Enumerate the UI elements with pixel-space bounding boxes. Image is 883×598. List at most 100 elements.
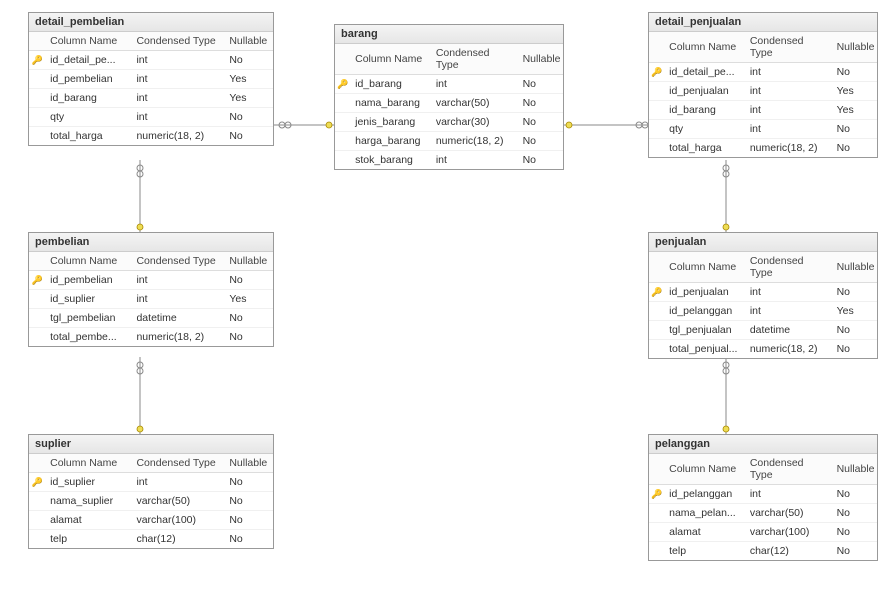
column-nullable: No [223, 530, 273, 549]
table-row[interactable]: jenis_barangvarchar(30)No [335, 113, 563, 132]
column-header[interactable]: Nullable [517, 44, 563, 75]
pk-cell [29, 328, 44, 347]
column-name: nama_suplier [44, 492, 130, 511]
table-row[interactable]: nama_pelan...varchar(50)No [649, 504, 877, 523]
table-row[interactable]: 🔑id_suplierintNo [29, 473, 273, 492]
table-row[interactable]: id_barangintYes [649, 101, 877, 120]
column-header[interactable]: Column Name [44, 252, 130, 271]
column-nullable: No [517, 151, 563, 170]
column-nullable: No [223, 473, 273, 492]
table-row[interactable]: alamatvarchar(100)No [649, 523, 877, 542]
table-row[interactable]: id_pelangganintYes [649, 302, 877, 321]
key-icon: 🔑 [32, 275, 42, 285]
column-name: id_pembelian [44, 271, 130, 290]
column-type: int [744, 485, 831, 504]
column-header[interactable]: Nullable [831, 252, 877, 283]
entity-title[interactable]: penjualan [649, 233, 877, 252]
column-header[interactable]: Column Name [44, 32, 130, 51]
column-header[interactable]: Condensed Type [430, 44, 517, 75]
column-header[interactable]: Condensed Type [130, 252, 223, 271]
table-row[interactable]: total_penjual...numeric(18, 2)No [649, 340, 877, 359]
entity-title[interactable]: pembelian [29, 233, 273, 252]
column-name: id_detail_pe... [663, 63, 744, 82]
column-nullable: No [517, 132, 563, 151]
table-row[interactable]: telpchar(12)No [29, 530, 273, 549]
entity-pelanggan[interactable]: pelangganColumn NameCondensed TypeNullab… [648, 434, 878, 561]
pk-cell [29, 492, 44, 511]
column-type: int [130, 89, 223, 108]
table-row[interactable]: harga_barangnumeric(18, 2)No [335, 132, 563, 151]
entity-title[interactable]: detail_pembelian [29, 13, 273, 32]
table-row[interactable]: 🔑id_pelangganintNo [649, 485, 877, 504]
table-row[interactable]: 🔑id_barangintNo [335, 75, 563, 94]
column-header[interactable]: Condensed Type [744, 454, 831, 485]
table-row[interactable]: id_penjualanintYes [649, 82, 877, 101]
entity-penjualan[interactable]: penjualanColumn NameCondensed TypeNullab… [648, 232, 878, 359]
table-row[interactable]: tgl_penjualandatetimeNo [649, 321, 877, 340]
column-nullable: No [831, 283, 877, 302]
entity-title[interactable]: pelanggan [649, 435, 877, 454]
table-row[interactable]: stok_barangintNo [335, 151, 563, 170]
table-row[interactable]: total_harganumeric(18, 2)No [649, 139, 877, 158]
entity-title[interactable]: detail_penjualan [649, 13, 877, 32]
entity-barang[interactable]: barangColumn NameCondensed TypeNullable🔑… [334, 24, 564, 170]
table-row[interactable]: id_pembelianintYes [29, 70, 273, 89]
column-nullable: No [831, 63, 877, 82]
column-type: numeric(18, 2) [130, 127, 223, 146]
column-header[interactable]: Column Name [663, 32, 744, 63]
column-type: varchar(50) [130, 492, 223, 511]
column-nullable: No [831, 340, 877, 359]
column-header[interactable]: Nullable [831, 32, 877, 63]
pk-cell [335, 94, 349, 113]
table-row[interactable]: 🔑id_penjualanintNo [649, 283, 877, 302]
column-nullable: No [831, 542, 877, 561]
key-icon: 🔑 [32, 55, 42, 65]
entity-title[interactable]: barang [335, 25, 563, 44]
column-header[interactable]: Column Name [349, 44, 430, 75]
table-row[interactable]: tgl_pembeliandatetimeNo [29, 309, 273, 328]
column-name: tgl_pembelian [44, 309, 130, 328]
entity-detail-pembelian[interactable]: detail_pembelianColumn NameCondensed Typ… [28, 12, 274, 146]
table-row[interactable]: 🔑id_detail_pe...intNo [649, 63, 877, 82]
table-row[interactable]: total_pembe...numeric(18, 2)No [29, 328, 273, 347]
table-row[interactable]: 🔑id_pembelianintNo [29, 271, 273, 290]
table-row[interactable]: 🔑id_detail_pe...intNo [29, 51, 273, 70]
column-nullable: No [517, 113, 563, 132]
table-row[interactable]: alamatvarchar(100)No [29, 511, 273, 530]
key-icon: 🔑 [337, 79, 347, 89]
column-name: id_penjualan [663, 82, 744, 101]
table-row[interactable]: id_barangintYes [29, 89, 273, 108]
column-header[interactable]: Condensed Type [744, 32, 831, 63]
table-row[interactable]: qtyintNo [649, 120, 877, 139]
column-header[interactable]: Condensed Type [130, 32, 223, 51]
column-name: id_pelanggan [663, 302, 744, 321]
column-type: int [130, 108, 223, 127]
entity-title[interactable]: suplier [29, 435, 273, 454]
column-header[interactable]: Column Name [663, 454, 744, 485]
table-row[interactable]: telpchar(12)No [649, 542, 877, 561]
table-row[interactable]: total_harganumeric(18, 2)No [29, 127, 273, 146]
entity-suplier[interactable]: suplierColumn NameCondensed TypeNullable… [28, 434, 274, 549]
entity-pembelian[interactable]: pembelianColumn NameCondensed TypeNullab… [28, 232, 274, 347]
pk-cell [649, 321, 663, 340]
table-row[interactable]: id_suplierintYes [29, 290, 273, 309]
column-header[interactable]: Column Name [663, 252, 744, 283]
table-row[interactable]: nama_supliervarchar(50)No [29, 492, 273, 511]
column-header[interactable]: Nullable [223, 454, 273, 473]
column-header[interactable]: Condensed Type [130, 454, 223, 473]
table-row[interactable]: qtyintNo [29, 108, 273, 127]
entity-detail-penjualan[interactable]: detail_penjualanColumn NameCondensed Typ… [648, 12, 878, 158]
column-header[interactable]: Nullable [223, 32, 273, 51]
column-header[interactable]: Condensed Type [744, 252, 831, 283]
column-nullable: No [831, 321, 877, 340]
column-table: Column NameCondensed TypeNullable🔑id_sup… [29, 454, 273, 548]
column-table: Column NameCondensed TypeNullable🔑id_pem… [29, 252, 273, 346]
column-header[interactable]: Nullable [831, 454, 877, 485]
column-name: telp [663, 542, 744, 561]
pk-cell [335, 132, 349, 151]
column-type: int [130, 473, 223, 492]
column-header[interactable]: Column Name [44, 454, 130, 473]
pk-cell: 🔑 [649, 283, 663, 302]
table-row[interactable]: nama_barangvarchar(50)No [335, 94, 563, 113]
column-header[interactable]: Nullable [223, 252, 273, 271]
